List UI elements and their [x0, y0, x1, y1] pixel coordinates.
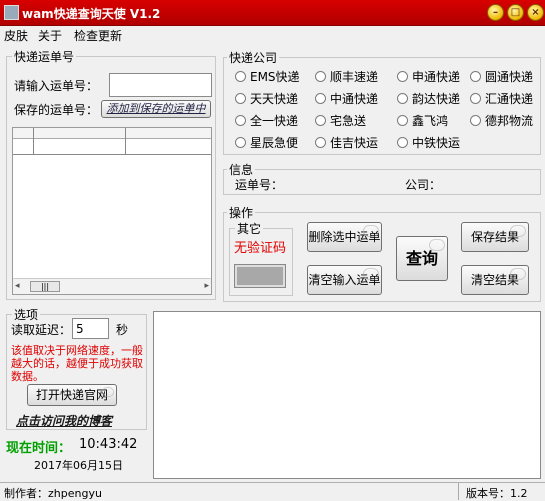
company-radio[interactable]: 鑫飞鸿	[397, 112, 448, 129]
company-radio-label: EMS快递	[250, 70, 300, 84]
company-radio-label: 全一快递	[250, 114, 299, 128]
company-radio[interactable]: 中通快递	[315, 90, 378, 107]
list-divider	[125, 128, 126, 155]
saved-tracking-select[interactable]: 添加到保存的运单中	[101, 100, 211, 118]
maximize-button[interactable]: □	[507, 4, 524, 21]
delay-label: 读取延迟：	[11, 323, 72, 337]
company-radio-label: 中通快递	[330, 92, 379, 106]
company-radio[interactable]: 星辰急便	[235, 134, 298, 151]
company-group-title: 快递公司	[227, 49, 280, 66]
company-radio-label: 韵达快递	[412, 92, 461, 106]
radio-button-icon[interactable]	[397, 93, 408, 104]
delay-note: 该值取决于网络速度，一般越大的话，越便于成功获取数据。	[11, 344, 143, 383]
company-radio-label: 鑫飞鸿	[412, 114, 449, 128]
tracking-input-label: 请输入运单号：	[14, 79, 99, 93]
version-label: 版本号：1.2	[466, 487, 528, 500]
tracking-group-title: 快递运单号	[12, 48, 77, 65]
delete-selected-button[interactable]: 删除选中运单	[307, 222, 382, 252]
author-label: 制作者：zhpengyu	[4, 487, 102, 500]
scroll-thumb[interactable]: |||	[30, 281, 60, 292]
saved-tracking-label: 保存的运单号：	[14, 103, 99, 117]
status-divider	[458, 483, 459, 500]
clock-time: 10:43:42	[79, 437, 138, 452]
info-tracking-no-label: 运单号：	[235, 178, 284, 192]
company-radio-label: 汇通快递	[485, 92, 534, 106]
company-radio[interactable]: 中铁快运	[397, 134, 460, 151]
delay-unit: 秒	[116, 323, 129, 337]
radio-button-icon[interactable]	[397, 115, 408, 126]
open-official-site-label: 打开快递官网	[35, 388, 108, 402]
company-radio[interactable]: 天天快递	[235, 90, 298, 107]
other-group-title: 其它	[235, 220, 264, 237]
menu-skin[interactable]: 皮肤	[4, 27, 28, 44]
info-company-label: 公司：	[405, 178, 442, 192]
actions-group-title: 操作	[227, 204, 256, 221]
query-label: 查询	[405, 249, 438, 268]
company-radio[interactable]: 韵达快递	[397, 90, 460, 107]
list-header	[13, 128, 211, 139]
captcha-image	[234, 264, 286, 288]
blog-link[interactable]: 点击访问我的博客	[16, 412, 112, 429]
company-radio[interactable]: 申通快递	[397, 68, 460, 85]
close-button[interactable]: ×	[527, 4, 544, 21]
clear-result-button[interactable]: 清空结果	[461, 265, 529, 295]
clock-date: 2017年06月15日	[34, 459, 123, 472]
clock-label: 现在时间：	[6, 441, 72, 456]
title-bar[interactable]: wam快递查询天使 V1.2 – □ ×	[0, 0, 545, 26]
open-official-site-button[interactable]: 打开快递官网	[27, 384, 117, 406]
minimize-button[interactable]: –	[487, 4, 504, 21]
radio-button-icon[interactable]	[470, 93, 481, 104]
menu-about[interactable]: 关于	[38, 27, 62, 44]
radio-button-icon[interactable]	[315, 137, 326, 148]
company-radio[interactable]: 全一快递	[235, 112, 298, 129]
horizontal-scrollbar[interactable]: ◂ ||| ▸	[13, 278, 211, 294]
clear-input-button[interactable]: 清空输入运单	[307, 265, 382, 295]
company-radio-label: 中铁快运	[412, 136, 461, 150]
query-button[interactable]: 查询	[396, 236, 448, 281]
radio-button-icon[interactable]	[470, 71, 481, 82]
menu-check-update[interactable]: 检查更新	[74, 27, 122, 44]
window-title: wam快递查询天使 V1.2	[22, 7, 161, 21]
radio-button-icon[interactable]	[397, 71, 408, 82]
status-bar: 制作者：zhpengyu 版本号：1.2	[0, 482, 545, 500]
scroll-right-icon[interactable]: ▸	[204, 281, 209, 291]
company-radio-label: 天天快递	[250, 92, 299, 106]
radio-button-icon[interactable]	[315, 71, 326, 82]
company-radio[interactable]: 宅急送	[315, 112, 366, 129]
list-divider	[33, 128, 34, 155]
company-radio[interactable]: 顺丰速递	[315, 68, 378, 85]
list-row[interactable]	[13, 139, 211, 155]
company-radio-label: 申通快递	[412, 70, 461, 84]
radio-button-icon[interactable]	[315, 93, 326, 104]
result-textarea[interactable]	[153, 311, 541, 479]
radio-button-icon[interactable]	[470, 115, 481, 126]
company-radio[interactable]: 德邦物流	[470, 112, 533, 129]
no-captcha-label: 无验证码	[234, 241, 287, 256]
company-radio-label: 宅急送	[330, 114, 367, 128]
tracking-input[interactable]	[109, 73, 212, 97]
menu-bar: 皮肤 关于 检查更新	[0, 26, 545, 44]
company-radio-label: 圆通快递	[485, 70, 534, 84]
radio-button-icon[interactable]	[315, 115, 326, 126]
radio-button-icon[interactable]	[397, 137, 408, 148]
radio-button-icon[interactable]	[235, 93, 246, 104]
radio-button-icon[interactable]	[235, 115, 246, 126]
delay-input[interactable]	[72, 318, 109, 339]
company-radio-label: 顺丰速递	[330, 70, 379, 84]
app-icon	[4, 5, 19, 20]
radio-button-icon[interactable]	[235, 71, 246, 82]
tracking-list[interactable]: ◂ ||| ▸	[12, 127, 212, 295]
company-radio[interactable]: 汇通快递	[470, 90, 533, 107]
save-result-button[interactable]: 保存结果	[461, 222, 529, 252]
company-radio-label: 星辰急便	[250, 136, 299, 150]
company-radio[interactable]: 佳吉快运	[315, 134, 378, 151]
company-radio-label: 佳吉快运	[330, 136, 379, 150]
company-radio-label: 德邦物流	[485, 114, 534, 128]
company-radio[interactable]: 圆通快递	[470, 68, 533, 85]
radio-button-icon[interactable]	[235, 137, 246, 148]
scroll-left-icon[interactable]: ◂	[15, 281, 20, 291]
company-radio[interactable]: EMS快递	[235, 68, 300, 85]
